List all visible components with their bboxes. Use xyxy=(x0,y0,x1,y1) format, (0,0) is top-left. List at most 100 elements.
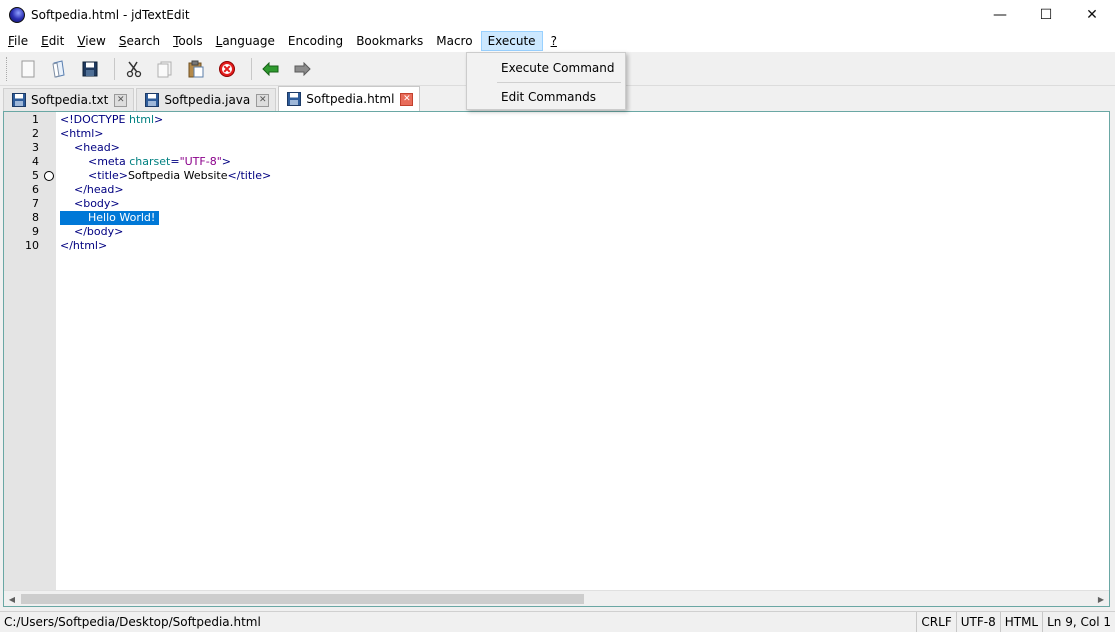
window-title: Softpedia.html - jdTextEdit xyxy=(31,8,190,22)
tab-label: Softpedia.txt xyxy=(31,93,109,107)
menu-view[interactable]: View xyxy=(72,31,110,51)
code-token: <title> xyxy=(87,169,128,182)
line-number: 5 xyxy=(32,169,39,182)
code-line[interactable]: <meta charset="UTF-8"> xyxy=(60,155,231,169)
menu-help[interactable]: ? xyxy=(546,31,562,51)
tab-close-icon[interactable]: ✕ xyxy=(256,93,270,107)
scroll-left-icon[interactable]: ◀ xyxy=(4,591,20,607)
horizontal-scrollbar[interactable]: ◀ ▶ xyxy=(4,590,1109,606)
code-line[interactable]: Hello World! xyxy=(60,211,160,225)
code-line[interactable]: <head> xyxy=(60,141,120,155)
app-icon xyxy=(9,7,25,23)
toolbar-separator xyxy=(114,57,115,80)
menu-execute[interactable]: Execute xyxy=(480,31,543,51)
delete-icon xyxy=(219,60,235,77)
close-icon: ✕ xyxy=(1086,7,1098,23)
code-line[interactable]: <title>Softpedia Website</title> xyxy=(60,169,271,183)
code-token: </title> xyxy=(227,169,272,182)
new-file-button[interactable] xyxy=(15,56,41,82)
tab-label: Softpedia.java xyxy=(164,93,251,107)
menu-language[interactable]: Language xyxy=(211,31,280,51)
menu-edit[interactable]: Edit xyxy=(36,31,69,51)
bookmark-marker-icon[interactable] xyxy=(44,171,54,181)
file-save-icon xyxy=(287,92,302,106)
line-number-gutter[interactable]: 1 2 3 4 5 6 7 8 9 10 xyxy=(4,112,56,590)
tab-close-icon[interactable]: ✕ xyxy=(114,93,128,107)
tab-softpedia-html[interactable]: Softpedia.html ✕ xyxy=(278,86,421,111)
code-line[interactable]: </body> xyxy=(60,225,123,239)
maximize-button[interactable]: ☐ xyxy=(1023,0,1069,30)
new-file-icon xyxy=(21,60,35,77)
code-line[interactable]: <!DOCTYPE html> xyxy=(60,113,163,127)
minimize-button[interactable]: — xyxy=(977,0,1023,30)
cut-button[interactable] xyxy=(121,56,147,82)
title-bar: Softpedia.html - jdTextEdit — ☐ ✕ xyxy=(0,0,1115,30)
paste-button[interactable] xyxy=(183,56,209,82)
code-token: </body> xyxy=(74,225,124,238)
menu-file[interactable]: File xyxy=(3,31,33,51)
cut-icon xyxy=(126,61,142,77)
tab-close-icon[interactable]: ✕ xyxy=(400,92,414,106)
toolbar-grip[interactable] xyxy=(6,56,9,81)
menu-item-edit-commands[interactable]: Edit Commands xyxy=(468,85,624,109)
toolbar-separator xyxy=(251,57,252,80)
maximize-icon: ☐ xyxy=(1039,7,1053,23)
scrollbar-thumb[interactable] xyxy=(21,594,584,604)
window-controls: — ☐ ✕ xyxy=(977,0,1115,30)
minimize-icon: — xyxy=(993,7,1007,23)
status-encoding: UTF-8 xyxy=(955,611,1000,632)
status-cursor-position: Ln 9, Col 1 xyxy=(1042,611,1115,632)
menu-item-execute-command[interactable]: Execute Command xyxy=(468,56,624,80)
delete-button[interactable] xyxy=(214,56,240,82)
line-number: 1 xyxy=(32,113,39,126)
undo-icon xyxy=(262,61,279,76)
execute-dropdown-menu: Execute Command Edit Commands xyxy=(466,52,626,110)
code-line[interactable]: </head> xyxy=(60,183,124,197)
line-number: 10 xyxy=(25,239,39,252)
open-file-button[interactable] xyxy=(46,56,72,82)
undo-button[interactable] xyxy=(258,56,284,82)
code-line[interactable]: <body> xyxy=(60,197,120,211)
redo-button[interactable] xyxy=(289,56,315,82)
save-button[interactable] xyxy=(77,56,103,82)
menu-search[interactable]: Search xyxy=(114,31,165,51)
code-token: Softpedia Website xyxy=(127,169,228,182)
code-token: "UTF-8" xyxy=(179,155,222,168)
status-language: HTML xyxy=(999,611,1042,632)
code-line[interactable]: </html> xyxy=(60,239,107,253)
redo-icon xyxy=(294,61,311,76)
menu-macro[interactable]: Macro xyxy=(431,31,477,51)
tab-softpedia-java[interactable]: Softpedia.java ✕ xyxy=(136,88,277,111)
code-token: </html> xyxy=(60,239,108,252)
line-number: 4 xyxy=(32,155,39,168)
file-save-icon xyxy=(12,93,26,107)
scroll-right-icon[interactable]: ▶ xyxy=(1093,591,1109,607)
menu-bookmarks[interactable]: Bookmarks xyxy=(351,31,428,51)
code-token: <head> xyxy=(74,141,120,154)
copy-button[interactable] xyxy=(152,56,178,82)
menu-bar: File Edit View Search Tools Language Encoding B… xyxy=(0,30,1115,52)
tab-softpedia-txt[interactable]: Softpedia.txt ✕ xyxy=(3,88,135,111)
code-line[interactable]: <html> xyxy=(60,127,104,141)
line-number: 3 xyxy=(32,141,39,154)
tab-label: Softpedia.html xyxy=(306,92,395,106)
code-editor[interactable]: 1 2 3 4 5 6 7 8 9 10 <!DOCTYPE html> <html> <head>… xyxy=(3,111,1110,607)
close-button[interactable]: ✕ xyxy=(1069,0,1115,30)
menu-encoding[interactable]: Encoding xyxy=(283,31,348,51)
code-token: = xyxy=(170,155,180,168)
menu-tools[interactable]: Tools xyxy=(168,31,208,51)
menu-separator xyxy=(497,82,621,83)
code-token: charset xyxy=(129,155,171,168)
code-token: </head> xyxy=(74,183,124,196)
code-token: <html> xyxy=(60,127,104,140)
status-line-ending: CRLF xyxy=(916,611,955,632)
file-save-icon xyxy=(145,93,160,107)
code-token: > xyxy=(221,155,231,168)
code-token: > xyxy=(154,113,164,126)
code-token: html xyxy=(128,113,155,126)
